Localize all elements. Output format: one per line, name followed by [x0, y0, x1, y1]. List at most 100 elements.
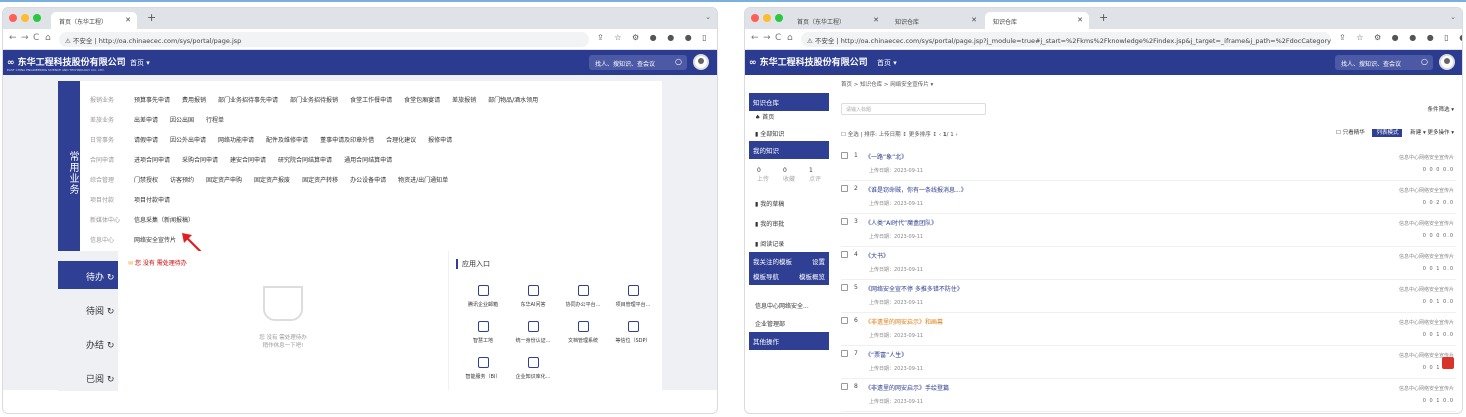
list-item[interactable]: 8 《非遗里的网安启示》手绘登篇 上传日期：2023-09-11 信息中心网络安全宣传… — [841, 380, 1456, 412]
extension-icons[interactable]: ⇪ ☆ ⚙ ● ● ● ▯ ● — [1339, 33, 1462, 42]
menu-item[interactable]: 配件及维修申请 — [266, 135, 308, 144]
new-tab-icon[interactable]: + — [147, 11, 156, 24]
sidebar-item-draft[interactable]: ▮ 我的草稿 — [755, 199, 784, 208]
menu-item[interactable]: 信息采集（新闻报稿） — [134, 215, 194, 224]
breadcrumb[interactable]: 首页 > 知识仓库 > 网络安全宣传片 ▾ — [841, 80, 933, 88]
app-tile[interactable]: 腾讯企业邮箱 — [459, 285, 507, 308]
app-tile[interactable]: 项目管理平台... — [609, 285, 657, 308]
app-tile[interactable]: 等信位（SDP） — [609, 321, 657, 344]
menu-item[interactable]: 建安合同申请 — [230, 155, 266, 164]
menu-item[interactable]: 食堂工作餐申请 — [350, 95, 392, 104]
search-icon[interactable]: ○ — [675, 57, 682, 66]
sort-more[interactable]: 更多排序 ↕ — [909, 132, 937, 138]
sidebar-cat[interactable]: 信息中心网络安全... — [755, 301, 809, 310]
checkbox[interactable] — [841, 251, 848, 258]
sidebar-item-approval[interactable]: ▮ 我的审批 — [755, 219, 784, 228]
menu-item[interactable]: 预算事先申请 — [134, 95, 170, 104]
select-all[interactable]: ☐ 全选 — [841, 132, 859, 138]
avatar[interactable] — [1439, 54, 1455, 70]
view-mode-button[interactable]: 列表模式 — [1372, 129, 1403, 137]
sidebar-mine[interactable]: 我的知识 — [749, 141, 829, 159]
menu-item[interactable]: 项目付款申请 — [134, 195, 170, 204]
forward-icon[interactable]: → — [21, 33, 29, 43]
app-tile[interactable]: 智慧工地 — [459, 321, 507, 344]
minimize-dot[interactable] — [21, 14, 29, 22]
checkbox[interactable] — [841, 317, 848, 324]
sidebar-cat[interactable]: 企业管理部 — [755, 319, 785, 328]
refresh-icon[interactable]: ↻ — [107, 375, 115, 385]
close-icon[interactable]: ✕ — [873, 16, 879, 24]
sort-upload-date[interactable]: 上传日期 ↕ — [879, 132, 907, 138]
menu-item[interactable]: 差旅报销 — [452, 95, 476, 104]
back-icon[interactable]: ← — [9, 33, 17, 43]
chevron-down-icon[interactable]: ⌄ — [705, 13, 711, 21]
checkbox[interactable] — [841, 152, 848, 159]
search-icon[interactable]: ○ — [1421, 57, 1428, 66]
list-item[interactable]: 6 《非遗里的网安启示》和画幕 上传日期：2023-09-11 信息中心网络安全宣传片… — [841, 314, 1456, 346]
checkbox[interactable] — [841, 284, 848, 291]
menu-item[interactable]: 固定资产报废 — [254, 175, 290, 184]
new-button[interactable]: 新建 ▾ — [1410, 130, 1426, 136]
app-tile[interactable]: 统一身份认证... — [509, 321, 557, 344]
menu-item[interactable]: 部门业务招待事先申请 — [218, 95, 278, 104]
refresh-icon[interactable]: ↻ — [107, 273, 115, 283]
extension-icons[interactable]: ⇪ ☆ ⚙ ● ● ● ▯ ● — [597, 33, 717, 42]
more-filter[interactable]: 条件筛选 ▾ — [1427, 105, 1454, 113]
home-menu[interactable]: 首页 ▾ — [877, 58, 897, 68]
list-item[interactable]: 3 《人类“AI时代”魔盒团队》 上传日期：2023-09-11 信息中心网络安全宣传… — [841, 215, 1456, 247]
company-logo[interactable]: ∞ 东华工程科技股份有限公司 EAST CHINA ENGINEERING SCI… — [7, 55, 126, 72]
menu-item[interactable]: 食堂包厢宴请 — [404, 95, 440, 104]
menu-item[interactable]: 固定资产申购 — [206, 175, 242, 184]
menu-item[interactable]: 网络功能申请 — [218, 135, 254, 144]
prev-page-icon[interactable]: ‹ — [939, 132, 941, 138]
menu-item[interactable]: 行程单 — [206, 115, 224, 124]
app-tile[interactable]: 东华AI问答 — [509, 285, 557, 308]
list-item[interactable]: 5 《网络安全宣不停 多推多错不防住》 上传日期：2023-09-11 信息中心网络安… — [841, 281, 1456, 313]
app-tile[interactable]: 文档管理系统 — [559, 321, 607, 344]
menu-item-security-video[interactable]: 网络安全宣传片 — [134, 235, 176, 244]
tab-home[interactable]: 首页（东华工程） ✕ — [51, 12, 137, 29]
url-input[interactable]: ⚠ 不安全 | http://oa.chinaecec.com/sys/port… — [59, 32, 589, 47]
floating-badge-icon[interactable] — [1442, 357, 1454, 369]
new-tab-icon[interactable]: + — [1099, 11, 1108, 24]
checkbox[interactable] — [841, 350, 848, 357]
reload-icon[interactable]: C — [33, 33, 39, 43]
list-item[interactable]: 7 《“票富”人生》 上传日期：2023-09-11 信息中心网络安全宣传片 0 0 1… — [841, 347, 1456, 379]
menu-item[interactable]: 报修申请 — [428, 135, 452, 144]
tab-knowledge[interactable]: 知识仓库 ✕ — [887, 12, 983, 29]
menu-item[interactable]: 采购合同申请 — [182, 155, 218, 164]
zoom-dot[interactable] — [775, 14, 783, 22]
app-tile[interactable]: 企业知识库化... — [509, 357, 557, 380]
menu-item[interactable]: 办公设备申请 — [350, 175, 386, 184]
avatar[interactable] — [693, 54, 709, 70]
tab-home[interactable]: 首页（东华工程） ✕ — [789, 12, 885, 29]
next-page-icon[interactable]: › — [956, 132, 958, 138]
home-icon[interactable]: ⌂ — [787, 33, 793, 43]
menu-item[interactable]: 部门业务招待报销 — [290, 95, 338, 104]
checkbox[interactable] — [841, 218, 848, 225]
reload-icon[interactable]: C — [775, 33, 781, 43]
menu-item[interactable]: 合理化建议 — [386, 135, 416, 144]
menu-item[interactable]: 董事申请及印章外借 — [320, 135, 374, 144]
sidebar-item-all[interactable]: ▮ 全部知识 — [755, 129, 784, 138]
menu-item[interactable]: 物资进/出门通知单 — [398, 175, 448, 184]
sidebar-item-history[interactable]: ▮ 阅读记录 — [755, 239, 784, 248]
menu-item[interactable]: 出差申请 — [134, 115, 158, 124]
menu-item[interactable]: 进项合同申请 — [134, 155, 170, 164]
menu-item[interactable]: 请假申请 — [134, 135, 158, 144]
minimize-dot[interactable] — [763, 14, 771, 22]
only-fav[interactable]: ☐ 只看精华 — [1336, 130, 1365, 136]
list-item[interactable]: 1 《一路“象”北》 上传日期：2023-09-11 信息中心网络安全宣传片 0 0 0… — [841, 149, 1456, 181]
zoom-dot[interactable] — [33, 14, 41, 22]
more-actions-button[interactable]: 更多操作 ▾ — [1427, 130, 1454, 136]
list-item[interactable]: 4 《大书》 上传日期：2023-09-11 信息中心网络安全宣传片 0 0 1 0.0 — [841, 248, 1456, 280]
close-icon[interactable]: ✕ — [971, 16, 977, 24]
app-tile[interactable]: 智能服务（BI） — [459, 357, 507, 380]
sidebar-other[interactable]: 其他操作 — [749, 332, 829, 350]
tab-knowledge-active[interactable]: 知识仓库 ✕ — [985, 12, 1089, 29]
url-input[interactable]: ⚠ 不安全 | http://oa.chinaecec.com/sys/port… — [801, 32, 1331, 47]
menu-item[interactable]: 费用报销 — [182, 95, 206, 104]
menu-item[interactable]: 访客预约 — [170, 175, 194, 184]
tab-read[interactable]: 已阅 ↻ — [58, 363, 118, 391]
tab-done[interactable]: 办结 ↻ — [58, 329, 118, 357]
